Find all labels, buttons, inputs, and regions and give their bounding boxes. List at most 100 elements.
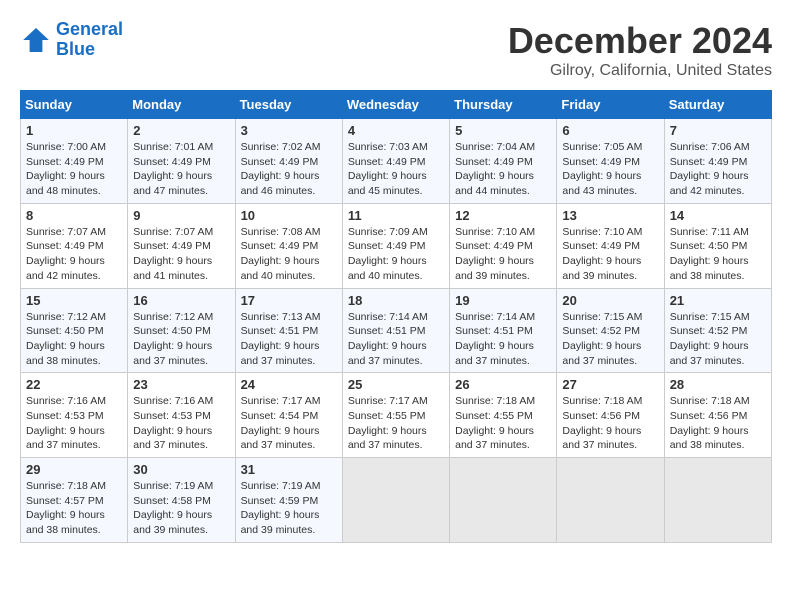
day-number: 27 bbox=[562, 377, 658, 392]
calendar-week-row: 15 Sunrise: 7:12 AM Sunset: 4:50 PM Dayl… bbox=[21, 288, 772, 373]
calendar-day-cell: 6 Sunrise: 7:05 AM Sunset: 4:49 PM Dayli… bbox=[557, 119, 664, 204]
calendar-day-cell bbox=[342, 458, 449, 543]
weekday-header: Friday bbox=[557, 91, 664, 119]
calendar-day-cell: 13 Sunrise: 7:10 AM Sunset: 4:49 PM Dayl… bbox=[557, 203, 664, 288]
calendar-day-cell: 12 Sunrise: 7:10 AM Sunset: 4:49 PM Dayl… bbox=[450, 203, 557, 288]
calendar-day-cell: 18 Sunrise: 7:14 AM Sunset: 4:51 PM Dayl… bbox=[342, 288, 449, 373]
day-info: Sunrise: 7:01 AM Sunset: 4:49 PM Dayligh… bbox=[133, 140, 229, 199]
weekday-header: Sunday bbox=[21, 91, 128, 119]
calendar-day-cell: 17 Sunrise: 7:13 AM Sunset: 4:51 PM Dayl… bbox=[235, 288, 342, 373]
calendar-day-cell: 15 Sunrise: 7:12 AM Sunset: 4:50 PM Dayl… bbox=[21, 288, 128, 373]
day-number: 7 bbox=[670, 123, 766, 138]
day-number: 14 bbox=[670, 208, 766, 223]
day-number: 3 bbox=[241, 123, 337, 138]
day-info: Sunrise: 7:12 AM Sunset: 4:50 PM Dayligh… bbox=[133, 310, 229, 369]
day-info: Sunrise: 7:10 AM Sunset: 4:49 PM Dayligh… bbox=[455, 225, 551, 284]
day-number: 26 bbox=[455, 377, 551, 392]
calendar-week-row: 22 Sunrise: 7:16 AM Sunset: 4:53 PM Dayl… bbox=[21, 373, 772, 458]
day-number: 10 bbox=[241, 208, 337, 223]
day-number: 30 bbox=[133, 462, 229, 477]
day-number: 19 bbox=[455, 293, 551, 308]
calendar-day-cell: 24 Sunrise: 7:17 AM Sunset: 4:54 PM Dayl… bbox=[235, 373, 342, 458]
calendar-day-cell bbox=[450, 458, 557, 543]
calendar-day-cell: 30 Sunrise: 7:19 AM Sunset: 4:58 PM Dayl… bbox=[128, 458, 235, 543]
calendar-day-cell: 14 Sunrise: 7:11 AM Sunset: 4:50 PM Dayl… bbox=[664, 203, 771, 288]
calendar-day-cell: 28 Sunrise: 7:18 AM Sunset: 4:56 PM Dayl… bbox=[664, 373, 771, 458]
calendar-day-cell: 23 Sunrise: 7:16 AM Sunset: 4:53 PM Dayl… bbox=[128, 373, 235, 458]
day-info: Sunrise: 7:03 AM Sunset: 4:49 PM Dayligh… bbox=[348, 140, 444, 199]
logo: General Blue bbox=[20, 20, 123, 60]
day-info: Sunrise: 7:13 AM Sunset: 4:51 PM Dayligh… bbox=[241, 310, 337, 369]
calendar-day-cell: 25 Sunrise: 7:17 AM Sunset: 4:55 PM Dayl… bbox=[342, 373, 449, 458]
day-info: Sunrise: 7:18 AM Sunset: 4:55 PM Dayligh… bbox=[455, 394, 551, 453]
day-number: 15 bbox=[26, 293, 122, 308]
calendar-week-row: 8 Sunrise: 7:07 AM Sunset: 4:49 PM Dayli… bbox=[21, 203, 772, 288]
day-number: 12 bbox=[455, 208, 551, 223]
calendar-table: SundayMondayTuesdayWednesdayThursdayFrid… bbox=[20, 90, 772, 543]
day-number: 18 bbox=[348, 293, 444, 308]
day-number: 6 bbox=[562, 123, 658, 138]
day-number: 11 bbox=[348, 208, 444, 223]
day-info: Sunrise: 7:16 AM Sunset: 4:53 PM Dayligh… bbox=[133, 394, 229, 453]
logo-name-part1: General bbox=[56, 19, 123, 39]
day-number: 23 bbox=[133, 377, 229, 392]
day-number: 24 bbox=[241, 377, 337, 392]
calendar-day-cell: 16 Sunrise: 7:12 AM Sunset: 4:50 PM Dayl… bbox=[128, 288, 235, 373]
calendar-day-cell: 31 Sunrise: 7:19 AM Sunset: 4:59 PM Dayl… bbox=[235, 458, 342, 543]
day-info: Sunrise: 7:14 AM Sunset: 4:51 PM Dayligh… bbox=[348, 310, 444, 369]
logo-text: General Blue bbox=[56, 20, 123, 60]
day-number: 22 bbox=[26, 377, 122, 392]
day-info: Sunrise: 7:07 AM Sunset: 4:49 PM Dayligh… bbox=[133, 225, 229, 284]
calendar-day-cell: 22 Sunrise: 7:16 AM Sunset: 4:53 PM Dayl… bbox=[21, 373, 128, 458]
main-title: December 2024 bbox=[508, 20, 772, 62]
day-info: Sunrise: 7:17 AM Sunset: 4:55 PM Dayligh… bbox=[348, 394, 444, 453]
calendar-day-cell: 26 Sunrise: 7:18 AM Sunset: 4:55 PM Dayl… bbox=[450, 373, 557, 458]
day-number: 9 bbox=[133, 208, 229, 223]
day-number: 1 bbox=[26, 123, 122, 138]
day-number: 29 bbox=[26, 462, 122, 477]
calendar-day-cell: 10 Sunrise: 7:08 AM Sunset: 4:49 PM Dayl… bbox=[235, 203, 342, 288]
day-info: Sunrise: 7:15 AM Sunset: 4:52 PM Dayligh… bbox=[562, 310, 658, 369]
day-number: 8 bbox=[26, 208, 122, 223]
logo-name-part2: Blue bbox=[56, 39, 95, 59]
calendar-day-cell: 29 Sunrise: 7:18 AM Sunset: 4:57 PM Dayl… bbox=[21, 458, 128, 543]
day-number: 4 bbox=[348, 123, 444, 138]
calendar-day-cell: 9 Sunrise: 7:07 AM Sunset: 4:49 PM Dayli… bbox=[128, 203, 235, 288]
day-number: 28 bbox=[670, 377, 766, 392]
calendar-day-cell: 3 Sunrise: 7:02 AM Sunset: 4:49 PM Dayli… bbox=[235, 119, 342, 204]
logo-icon bbox=[20, 24, 52, 56]
day-info: Sunrise: 7:14 AM Sunset: 4:51 PM Dayligh… bbox=[455, 310, 551, 369]
day-number: 31 bbox=[241, 462, 337, 477]
calendar-day-cell: 7 Sunrise: 7:06 AM Sunset: 4:49 PM Dayli… bbox=[664, 119, 771, 204]
weekday-header: Thursday bbox=[450, 91, 557, 119]
day-info: Sunrise: 7:19 AM Sunset: 4:59 PM Dayligh… bbox=[241, 479, 337, 538]
calendar-day-cell bbox=[557, 458, 664, 543]
calendar-week-row: 29 Sunrise: 7:18 AM Sunset: 4:57 PM Dayl… bbox=[21, 458, 772, 543]
calendar-day-cell: 21 Sunrise: 7:15 AM Sunset: 4:52 PM Dayl… bbox=[664, 288, 771, 373]
day-info: Sunrise: 7:11 AM Sunset: 4:50 PM Dayligh… bbox=[670, 225, 766, 284]
calendar-day-cell: 5 Sunrise: 7:04 AM Sunset: 4:49 PM Dayli… bbox=[450, 119, 557, 204]
calendar-day-cell: 20 Sunrise: 7:15 AM Sunset: 4:52 PM Dayl… bbox=[557, 288, 664, 373]
weekday-header: Saturday bbox=[664, 91, 771, 119]
day-info: Sunrise: 7:16 AM Sunset: 4:53 PM Dayligh… bbox=[26, 394, 122, 453]
day-info: Sunrise: 7:07 AM Sunset: 4:49 PM Dayligh… bbox=[26, 225, 122, 284]
day-info: Sunrise: 7:04 AM Sunset: 4:49 PM Dayligh… bbox=[455, 140, 551, 199]
day-info: Sunrise: 7:02 AM Sunset: 4:49 PM Dayligh… bbox=[241, 140, 337, 199]
day-info: Sunrise: 7:18 AM Sunset: 4:56 PM Dayligh… bbox=[670, 394, 766, 453]
day-info: Sunrise: 7:06 AM Sunset: 4:49 PM Dayligh… bbox=[670, 140, 766, 199]
day-info: Sunrise: 7:10 AM Sunset: 4:49 PM Dayligh… bbox=[562, 225, 658, 284]
day-number: 25 bbox=[348, 377, 444, 392]
day-number: 5 bbox=[455, 123, 551, 138]
day-number: 16 bbox=[133, 293, 229, 308]
day-number: 13 bbox=[562, 208, 658, 223]
calendar-header-row: SundayMondayTuesdayWednesdayThursdayFrid… bbox=[21, 91, 772, 119]
calendar-day-cell: 11 Sunrise: 7:09 AM Sunset: 4:49 PM Dayl… bbox=[342, 203, 449, 288]
day-number: 20 bbox=[562, 293, 658, 308]
weekday-header: Wednesday bbox=[342, 91, 449, 119]
day-info: Sunrise: 7:19 AM Sunset: 4:58 PM Dayligh… bbox=[133, 479, 229, 538]
day-info: Sunrise: 7:18 AM Sunset: 4:57 PM Dayligh… bbox=[26, 479, 122, 538]
day-info: Sunrise: 7:18 AM Sunset: 4:56 PM Dayligh… bbox=[562, 394, 658, 453]
day-number: 17 bbox=[241, 293, 337, 308]
page-header: General Blue December 2024 Gilroy, Calif… bbox=[20, 20, 772, 80]
day-number: 21 bbox=[670, 293, 766, 308]
